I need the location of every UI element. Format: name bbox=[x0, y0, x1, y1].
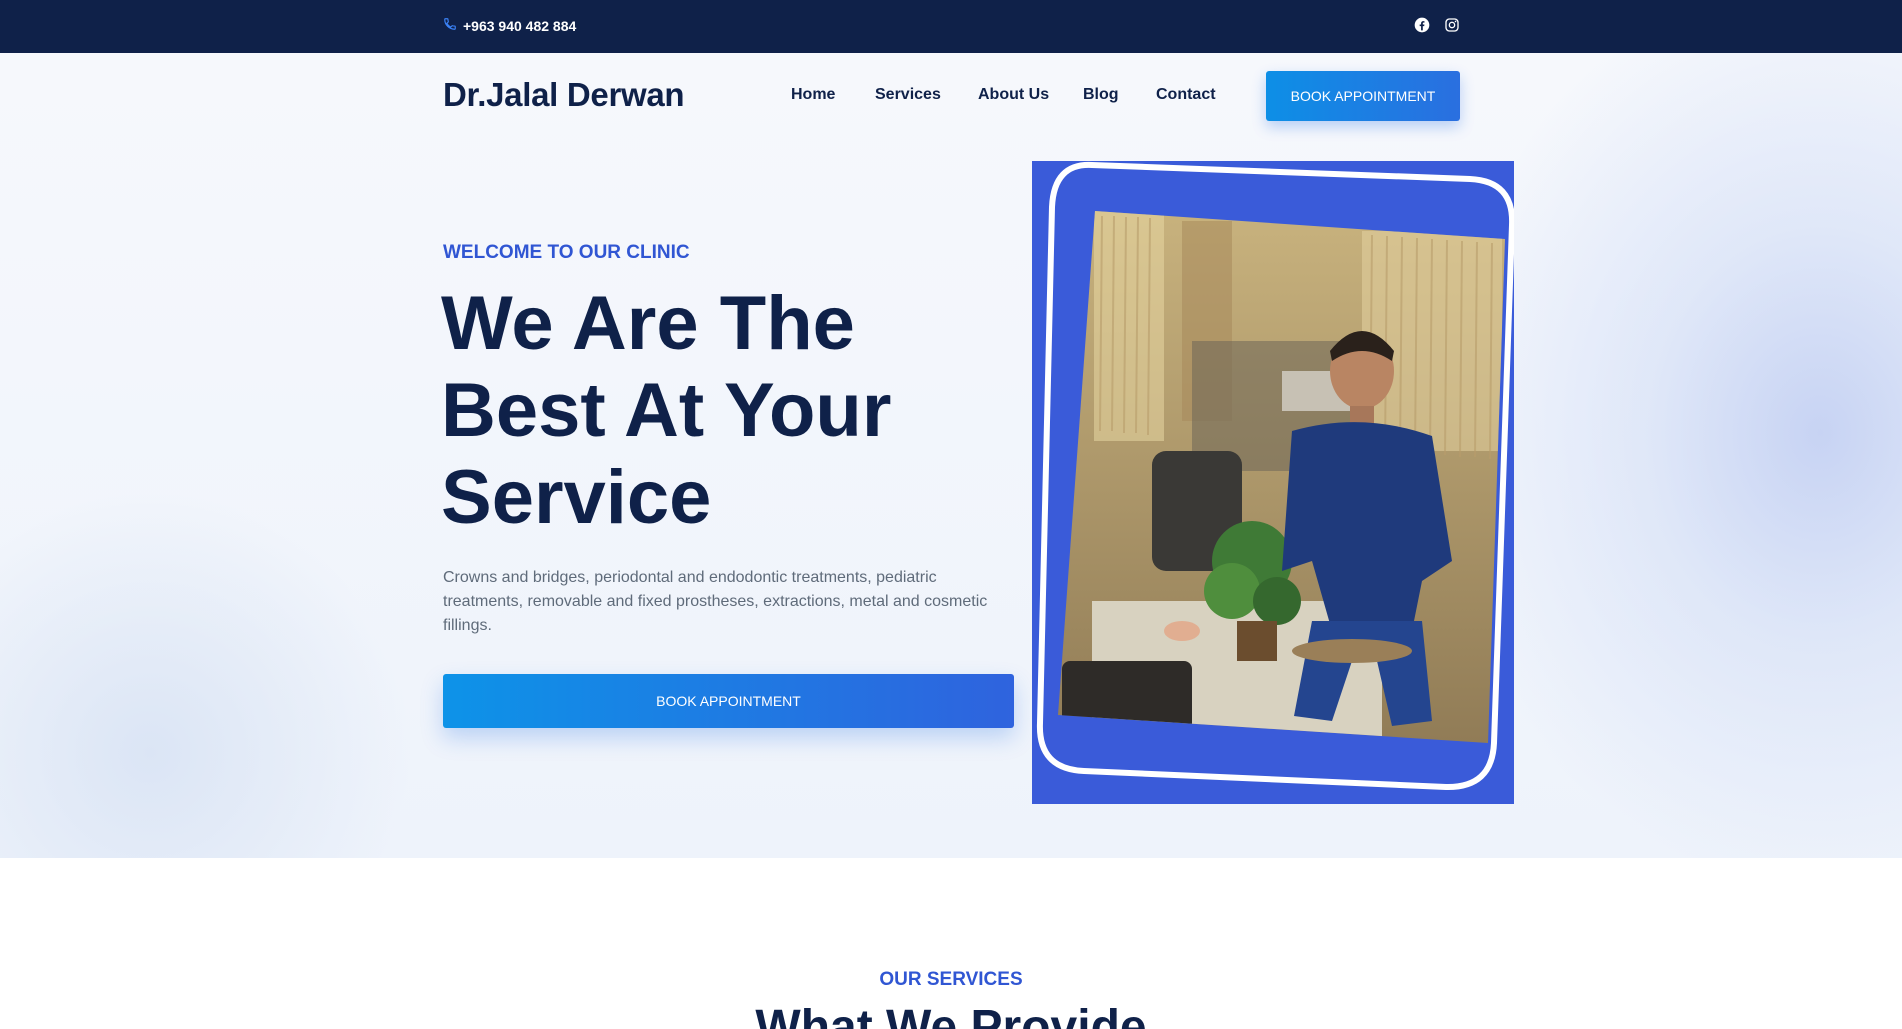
nav-blog[interactable]: Blog bbox=[1083, 86, 1119, 104]
nav-about-us[interactable]: About Us bbox=[978, 86, 1049, 104]
book-appointment-hero-button[interactable]: BOOK APPOINTMENT bbox=[443, 674, 1014, 728]
hero-description: Crowns and bridges, periodontal and endo… bbox=[443, 569, 988, 634]
phone-number: +963 940 482 884 bbox=[463, 17, 577, 34]
headline-line: We Are The bbox=[441, 281, 855, 366]
facebook-icon[interactable] bbox=[1414, 17, 1430, 33]
nav-services[interactable]: Services bbox=[875, 86, 941, 104]
phone-contact[interactable]: +963 940 482 884 bbox=[443, 17, 576, 34]
dentist-photo bbox=[1032, 161, 1514, 804]
headline-line: Best At Your bbox=[441, 368, 892, 453]
nav-home[interactable]: Home bbox=[791, 86, 835, 104]
book-appointment-header-button[interactable]: BOOK APPOINTMENT bbox=[1266, 71, 1460, 121]
phone-icon bbox=[443, 17, 457, 34]
headline-line: Service bbox=[441, 455, 712, 540]
services-eyebrow: OUR SERVICES bbox=[879, 969, 1023, 990]
top-bar: +963 940 482 884 bbox=[0, 0, 1902, 53]
social-links bbox=[1414, 17, 1460, 33]
instagram-icon[interactable] bbox=[1444, 17, 1460, 33]
hero-headline: We Are The Best At Your Service bbox=[441, 280, 961, 541]
hero-photo-card bbox=[1032, 161, 1514, 804]
nav-contact[interactable]: Contact bbox=[1156, 86, 1216, 104]
hero-eyebrow: WELCOME TO OUR CLINIC bbox=[443, 242, 690, 263]
services-title: What We Provide bbox=[755, 1001, 1147, 1029]
site-logo[interactable]: Dr.Jalal Derwan bbox=[443, 76, 685, 114]
